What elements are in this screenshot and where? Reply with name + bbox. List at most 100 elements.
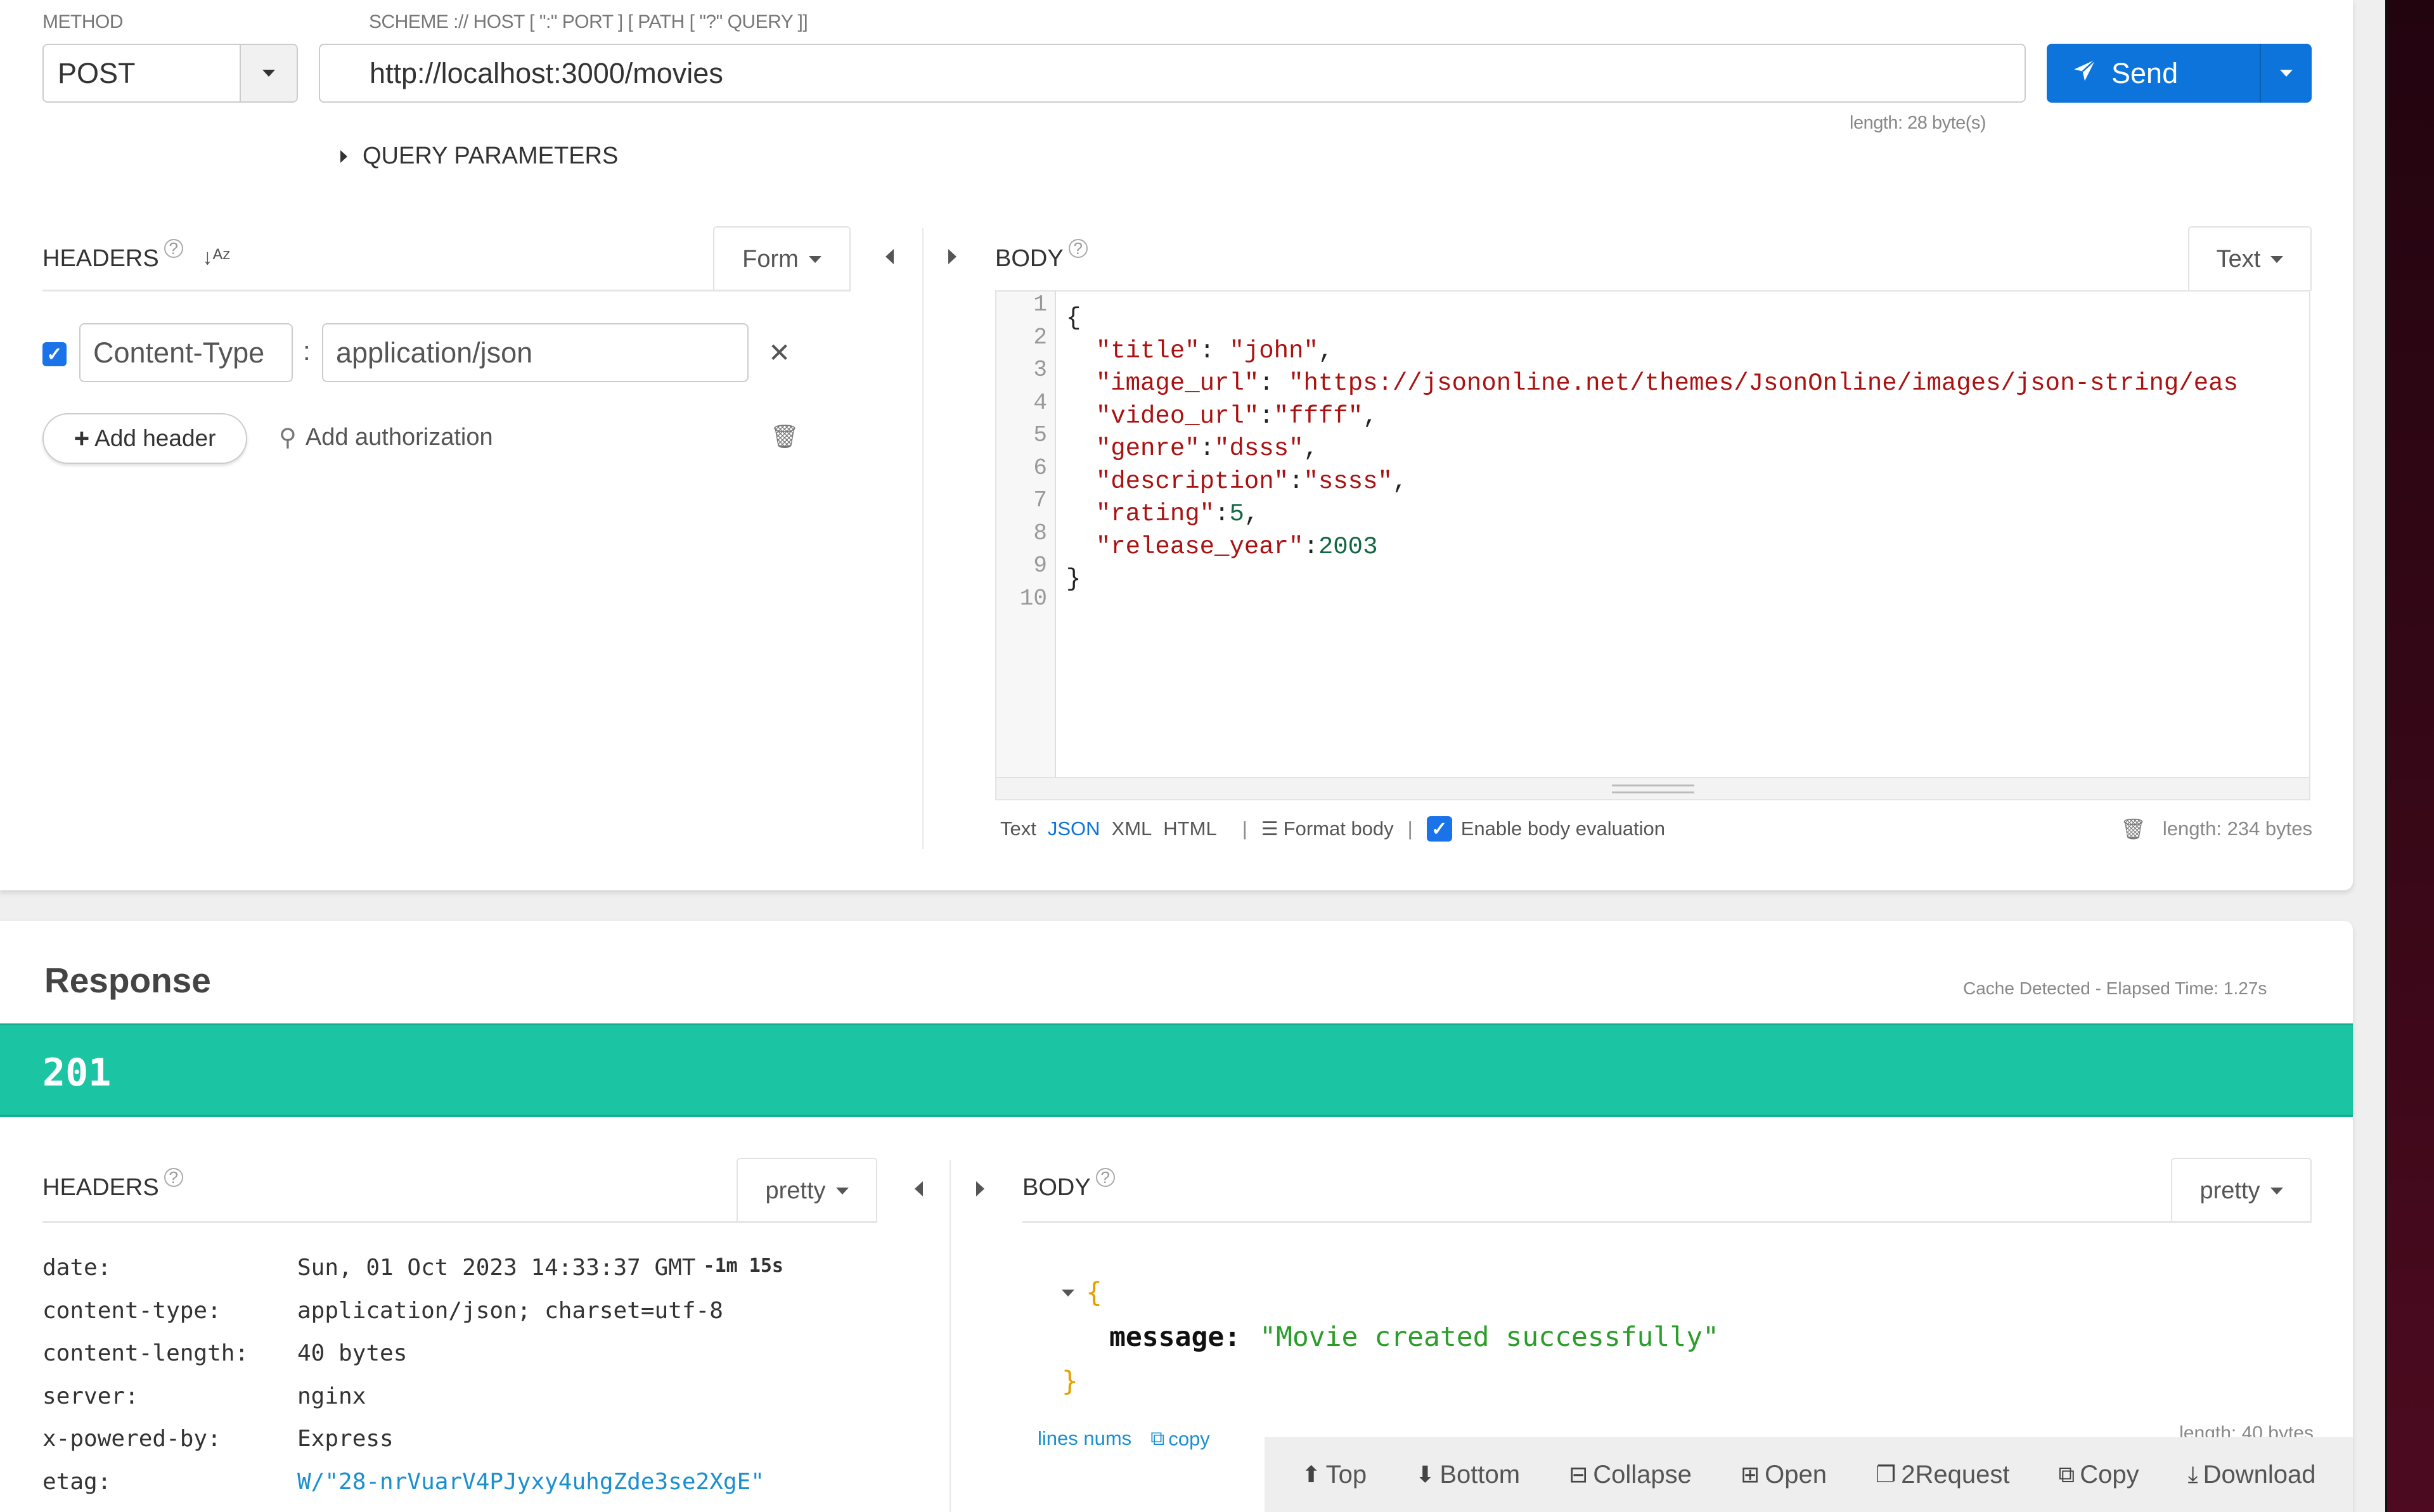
json-key: message: (1109, 1321, 1241, 1353)
format-json[interactable]: JSON (1048, 817, 1100, 840)
enable-body-evaluation-checkbox[interactable]: ✓ (1426, 816, 1452, 842)
toolbar-open-button[interactable]: ⊞ Open (1741, 1461, 1827, 1489)
copy-link[interactable]: ⧉ copy (1150, 1427, 1210, 1451)
header-row: date: Sun, 01 Oct 2023 14:33:37 GMT -1m … (42, 1255, 783, 1298)
code-punct (1066, 337, 1096, 365)
line-number: 2 (1033, 324, 1047, 350)
headers-mode-value: Form (742, 245, 799, 272)
code-punct: : (1289, 467, 1304, 496)
code-punct: , (1318, 336, 1334, 365)
send-options-dropdown[interactable] (2260, 44, 2312, 103)
code-string: "ffff" (1273, 402, 1363, 430)
line-number: 7 (1033, 487, 1047, 513)
send-button[interactable]: Send (2047, 44, 2260, 103)
line-number: 8 (1033, 520, 1047, 546)
response-title: Response (44, 961, 211, 1000)
code-punct: , (1392, 467, 1408, 496)
add-header-label: Add header (94, 425, 216, 451)
line-numbers-toggle[interactable]: lines nums (1038, 1427, 1131, 1451)
collapse-left-icon[interactable] (885, 249, 894, 264)
json-property: message: "Movie created successfully" (1062, 1315, 1719, 1359)
response-body-mode-dropdown[interactable]: pretty (2171, 1158, 2312, 1222)
header-value-link[interactable]: W/"28-nrVuarV4PJyxy4uhgZde3se2XgE" (297, 1469, 764, 1512)
body-mode-value: Text (2216, 245, 2261, 272)
code-string: "video_url" (1095, 402, 1259, 430)
desktop-background (2385, 0, 2434, 1512)
code-punct (1066, 533, 1096, 561)
toolbar-copy-button[interactable]: ⧉ Copy (2059, 1461, 2139, 1489)
code-content[interactable]: { "title": "john", "image_url": "https:/… (1066, 302, 2309, 778)
format-xml[interactable]: XML (1112, 817, 1152, 840)
query-parameters-toggle[interactable]: QUERY PARAMETERS (340, 143, 618, 170)
headers-mode-dropdown[interactable]: Form (713, 226, 851, 291)
toolbar-collapse-button[interactable]: ⊟ Collapse (1569, 1461, 1692, 1489)
header-row: content-type: application/json; charset=… (42, 1298, 783, 1341)
toolbar-2request-button[interactable]: ❐ 2Request (1876, 1461, 2010, 1489)
code-punct (1066, 402, 1096, 430)
query-parameters-label: QUERY PARAMETERS (363, 143, 619, 169)
toolbar-bottom-button[interactable]: ⬇ Bottom (1415, 1461, 1520, 1489)
header-value: Sun, 01 Oct 2023 14:33:37 GMT (297, 1255, 696, 1281)
code-line: "description":"ssss", (1066, 466, 2309, 499)
headers-label: HEADERS (42, 245, 159, 272)
add-header-button[interactable]: + Add header (42, 413, 247, 464)
toolbar-top-button[interactable]: ⬆ Top (1302, 1461, 1367, 1489)
code-line: "image_url": "https://jsononline.net/the… (1066, 368, 2309, 400)
caret-down-icon (2270, 255, 2284, 263)
line-number: 1 (1033, 292, 1047, 317)
response-json-view: { message: "Movie created successfully" … (1062, 1271, 1719, 1404)
code-punct: : (1199, 435, 1215, 463)
help-icon[interactable]: ? (1068, 239, 1088, 258)
help-icon[interactable]: ? (164, 239, 183, 258)
file-copy-icon: ❐ (1875, 1461, 1896, 1487)
format-body-button[interactable]: ☰ Format body (1261, 817, 1394, 840)
sort-alpha-icon[interactable]: ↓ᴬᶻ (202, 245, 231, 270)
body-code-editor[interactable]: 1 2 3 4 5 6 7 8 9 10 { "title": "john", "image_ur… (995, 290, 2310, 800)
expand-right-icon[interactable] (976, 1181, 984, 1196)
panel-divider (950, 1160, 951, 1512)
editor-resize-handle[interactable] (996, 777, 2309, 799)
divider (1022, 1221, 2312, 1223)
header-value: Express (297, 1426, 394, 1452)
code-string: "release_year" (1095, 532, 1304, 561)
expand-right-icon[interactable] (948, 249, 956, 264)
header-name-input[interactable] (79, 323, 293, 382)
remove-header-icon[interactable]: ✕ (768, 337, 790, 368)
toolbar-label: 2Request (1901, 1460, 2010, 1489)
header-value: 40 bytes (297, 1340, 408, 1366)
collapse-toggle-icon[interactable] (1062, 1289, 1074, 1297)
line-number: 9 (1033, 553, 1047, 579)
method-select[interactable]: POST (42, 44, 298, 103)
line-number: 5 (1033, 422, 1047, 448)
status-code: 201 (42, 1051, 112, 1095)
trash-icon[interactable]: 🗑 (2120, 817, 2146, 841)
format-text[interactable]: Text (1000, 817, 1036, 840)
response-body-title: BODY ? (1022, 1168, 1115, 1201)
code-line: } (1066, 563, 2309, 596)
body-footer: Text JSON XML HTML | ☰ Format body | ✓ E… (1000, 816, 2312, 842)
caret-down-icon (835, 1187, 849, 1195)
body-mode-dropdown[interactable]: Text (2188, 226, 2312, 291)
url-input[interactable] (319, 44, 2026, 103)
format-html[interactable]: HTML (1163, 817, 1216, 840)
code-punct: , (1303, 435, 1318, 463)
status-bar: 201 (0, 1023, 2353, 1117)
help-icon[interactable]: ? (164, 1168, 183, 1187)
collapse-left-icon[interactable] (915, 1181, 923, 1196)
url-length: length: 28 byte(s) (1850, 113, 1986, 133)
code-punct: : (1259, 369, 1289, 397)
line-number: 3 (1033, 357, 1047, 383)
add-authorization-label: Add authorization (305, 424, 493, 451)
header-value-input[interactable] (322, 323, 749, 382)
enable-body-evaluation-label: Enable body evaluation (1460, 817, 1666, 840)
header-enabled-checkbox[interactable]: ✓ (42, 342, 67, 366)
headers-label: HEADERS (42, 1174, 159, 1201)
caret-down-icon (808, 255, 821, 263)
help-icon[interactable]: ? (1095, 1168, 1115, 1187)
toolbar-download-button[interactable]: ⤓ Download (2188, 1461, 2316, 1489)
add-authorization-link[interactable]: ⚲ Add authorization (279, 423, 493, 452)
header-row: x-powered-by: Express (42, 1426, 783, 1469)
trash-icon[interactable]: 🗑 (770, 423, 799, 450)
response-headers-mode-dropdown[interactable]: pretty (737, 1158, 877, 1222)
method-dropdown-toggle[interactable] (240, 45, 297, 101)
